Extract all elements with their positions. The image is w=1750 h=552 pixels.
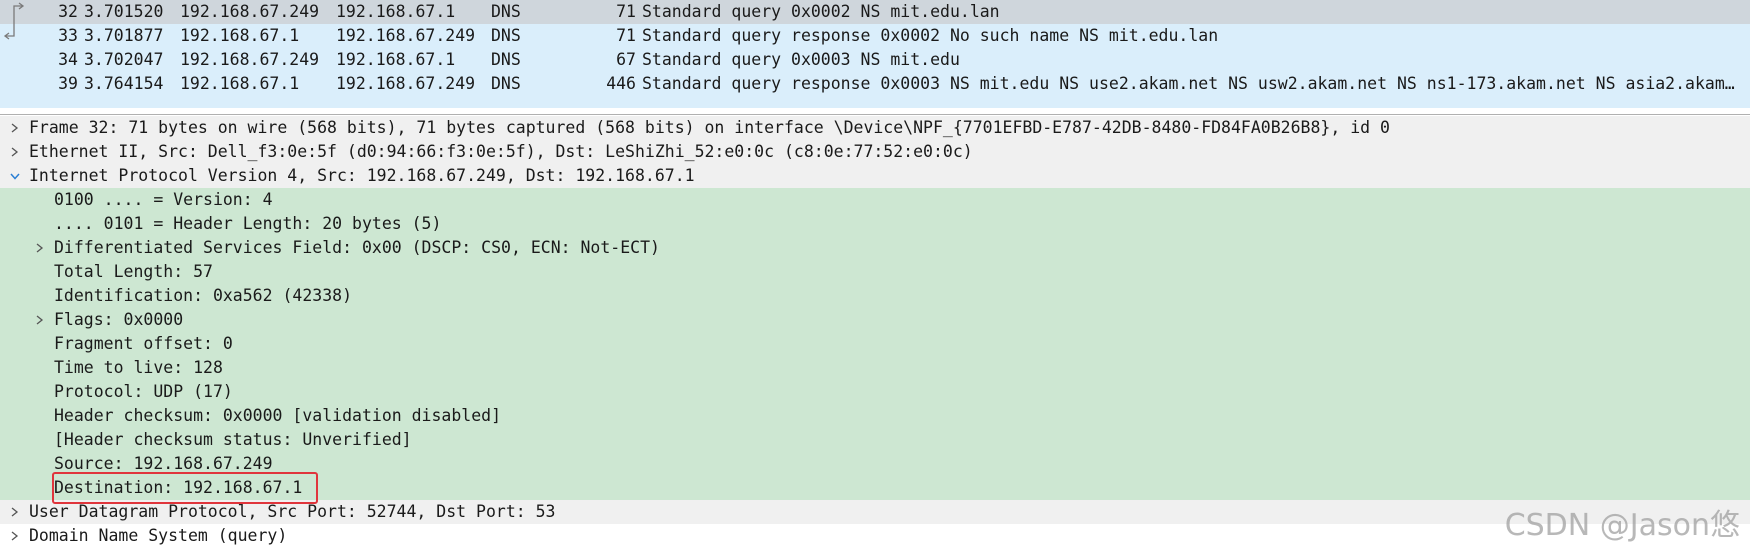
tree-item-ipv4[interactable]: Internet Protocol Version 4, Src: 192.16… <box>0 164 1750 188</box>
packet-source: 192.168.67.249 <box>180 50 320 69</box>
tree-item-checksum-status[interactable]: [Header checksum status: Unverified] <box>0 428 1750 452</box>
packet-row[interactable]: 32 3.701520 192.168.67.249 192.168.67.1 … <box>0 0 1750 24</box>
field-protocol: Protocol: UDP (17) <box>54 382 233 401</box>
tree-item-identification[interactable]: Identification: 0xa562 (42338) <box>0 284 1750 308</box>
packet-row[interactable]: 34 3.702047 192.168.67.249 192.168.67.1 … <box>0 48 1750 72</box>
packet-number: 33 <box>58 26 78 45</box>
tree-item-header-length[interactable]: .... 0101 = Header Length: 20 bytes (5) <box>0 212 1750 236</box>
packet-number: 32 <box>58 2 78 21</box>
packet-time: 3.701877 <box>84 26 164 45</box>
packet-row[interactable]: 39 3.764154 192.168.67.1 192.168.67.249 … <box>0 72 1750 96</box>
field-fragment-offset: Fragment offset: 0 <box>54 334 233 353</box>
packet-number: 39 <box>58 74 78 93</box>
packet-length: 67 <box>616 50 636 69</box>
packet-time: 3.702047 <box>84 50 164 69</box>
packet-info: Standard query 0x0003 NS mit.edu <box>642 50 960 69</box>
field-identification: Identification: 0xa562 (42338) <box>54 286 353 305</box>
tree-item-label: Frame 32: 71 bytes on wire (568 bits), 7… <box>29 118 1390 137</box>
packet-source: 192.168.67.1 <box>180 26 300 45</box>
packet-source: 192.168.67.249 <box>180 2 320 21</box>
packet-destination: 192.168.67.249 <box>336 26 476 45</box>
field-total-length: Total Length: 57 <box>54 262 213 281</box>
tree-item-dns[interactable]: Domain Name System (query) <box>0 524 1750 548</box>
packet-time: 3.701520 <box>84 2 164 21</box>
packet-destination: 192.168.67.1 <box>336 50 456 69</box>
tree-item-checksum[interactable]: Header checksum: 0x0000 [validation disa… <box>0 404 1750 428</box>
field-version: 0100 .... = Version: 4 <box>54 190 273 209</box>
chevron-right-icon[interactable] <box>9 116 21 140</box>
chevron-right-icon[interactable] <box>34 308 46 332</box>
destination-highlight-box <box>52 472 318 504</box>
tree-item-fragment-offset[interactable]: Fragment offset: 0 <box>0 332 1750 356</box>
field-flags: Flags: 0x0000 <box>54 310 184 329</box>
chevron-right-icon[interactable] <box>34 236 46 260</box>
tree-item-label: Ethernet II, Src: Dell_f3:0e:5f (d0:94:6… <box>29 142 973 161</box>
field-ttl: Time to live: 128 <box>54 358 223 377</box>
tree-item-label: Domain Name System (query) <box>29 526 288 545</box>
packet-destination: 192.168.67.1 <box>336 2 456 21</box>
chevron-right-icon[interactable] <box>9 500 21 524</box>
packet-length: 446 <box>606 74 636 93</box>
field-dsf: Differentiated Services Field: 0x00 (DSC… <box>54 238 660 257</box>
field-header-length: .... 0101 = Header Length: 20 bytes (5) <box>54 214 442 233</box>
packet-info: Standard query response 0x0002 No such n… <box>642 26 1219 45</box>
tree-item-total-length[interactable]: Total Length: 57 <box>0 260 1750 284</box>
packet-number: 34 <box>58 50 78 69</box>
tree-item-ethernet[interactable]: Ethernet II, Src: Dell_f3:0e:5f (d0:94:6… <box>0 140 1750 164</box>
packet-length: 71 <box>616 2 636 21</box>
packet-list-pane[interactable]: 32 3.701520 192.168.67.249 192.168.67.1 … <box>0 0 1750 109</box>
field-checksum: Header checksum: 0x0000 [validation disa… <box>54 406 502 425</box>
packet-destination: 192.168.67.249 <box>336 74 476 93</box>
packet-info: Standard query 0x0002 NS mit.edu.lan <box>642 2 1000 21</box>
packet-source: 192.168.67.1 <box>180 74 300 93</box>
chevron-right-icon[interactable] <box>9 140 21 164</box>
request-related-icon <box>13 2 25 24</box>
chevron-down-icon[interactable] <box>9 164 21 188</box>
chevron-right-icon[interactable] <box>9 524 21 548</box>
packet-info: Standard query response 0x0003 NS mit.ed… <box>642 74 1735 93</box>
packet-time: 3.764154 <box>84 74 164 93</box>
tree-item-version[interactable]: 0100 .... = Version: 4 <box>0 188 1750 212</box>
tree-item-frame[interactable]: Frame 32: 71 bytes on wire (568 bits), 7… <box>0 116 1750 140</box>
packet-protocol: DNS <box>491 2 521 21</box>
packet-length: 71 <box>616 26 636 45</box>
pane-splitter[interactable] <box>0 108 1750 115</box>
packet-row[interactable]: 33 3.701877 192.168.67.1 192.168.67.249 … <box>0 24 1750 48</box>
tree-item-dsf[interactable]: Differentiated Services Field: 0x00 (DSC… <box>0 236 1750 260</box>
packet-protocol: DNS <box>491 50 521 69</box>
packet-protocol: DNS <box>491 74 521 93</box>
response-related-icon <box>3 24 15 40</box>
tree-item-flags[interactable]: Flags: 0x0000 <box>0 308 1750 332</box>
packet-protocol: DNS <box>491 26 521 45</box>
watermark: CSDN @Jason悠 <box>1504 508 1740 543</box>
tree-item-ttl[interactable]: Time to live: 128 <box>0 356 1750 380</box>
tree-item-label: Internet Protocol Version 4, Src: 192.16… <box>29 166 695 185</box>
tree-item-protocol[interactable]: Protocol: UDP (17) <box>0 380 1750 404</box>
field-checksum-status: [Header checksum status: Unverified] <box>54 430 412 449</box>
